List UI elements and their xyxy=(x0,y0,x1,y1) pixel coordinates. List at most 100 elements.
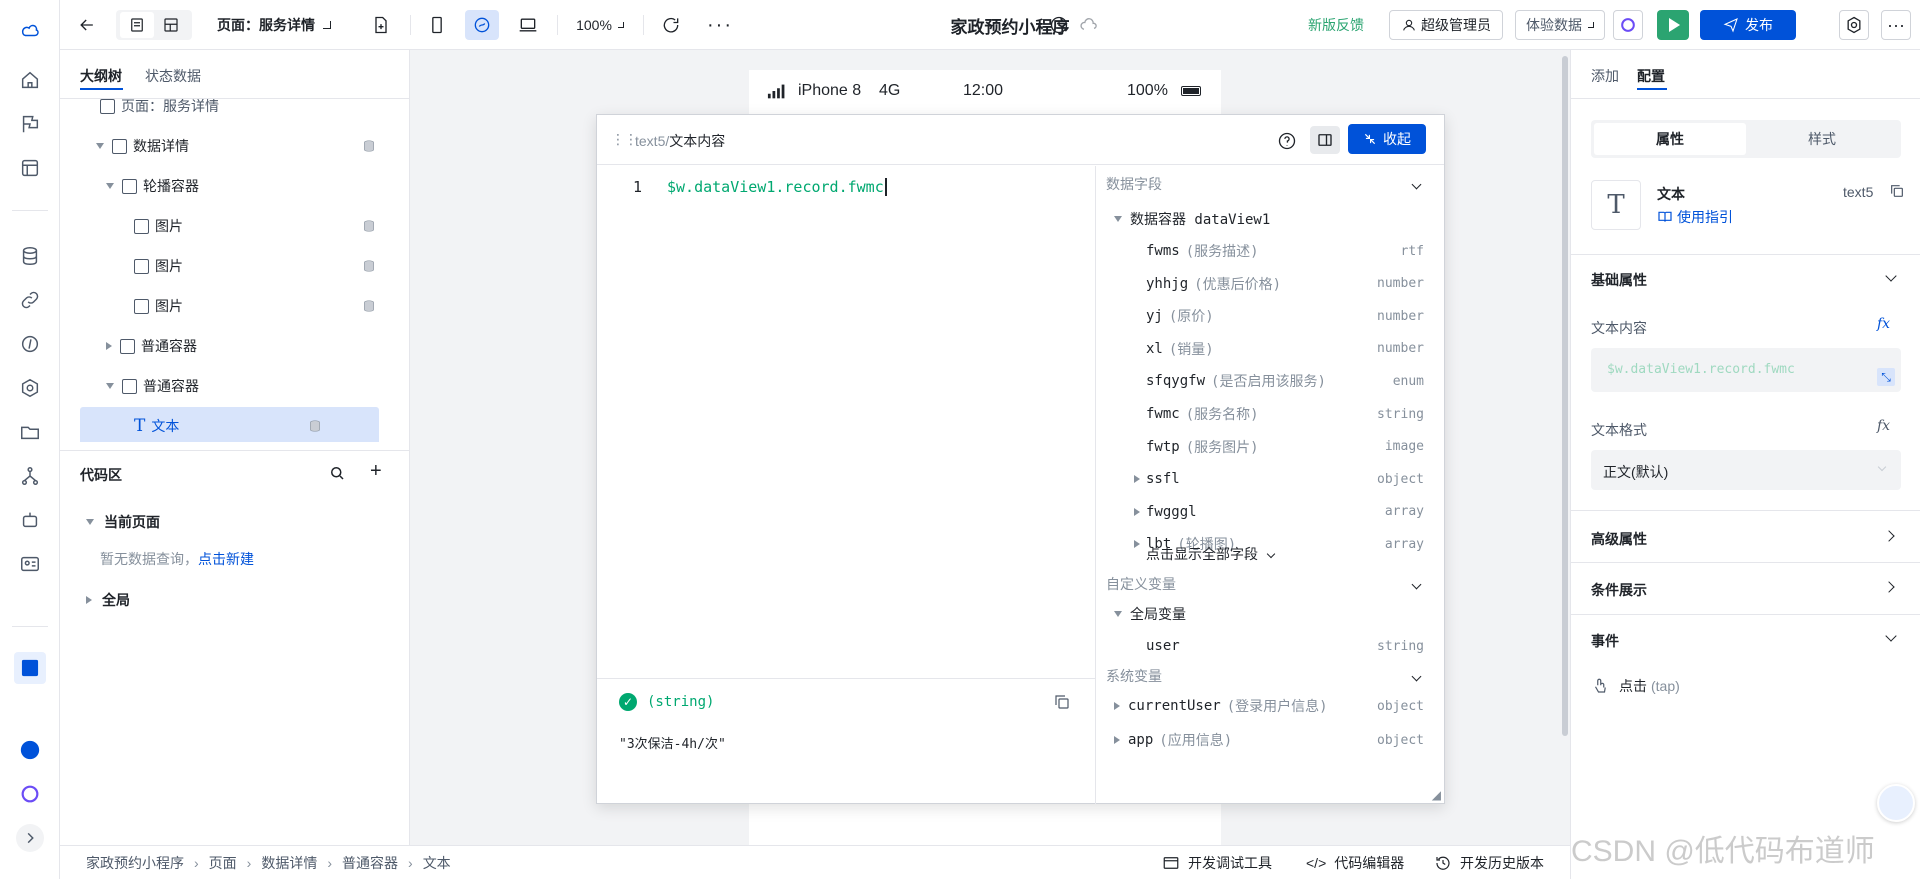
assistant-icon[interactable] xyxy=(16,780,44,808)
breadcrumb-item[interactable]: 数据详情 xyxy=(261,853,317,873)
conditional-display-title[interactable]: 条件展示 xyxy=(1591,580,1647,600)
chevron-down-icon[interactable] xyxy=(1885,630,1897,642)
help-icon[interactable] xyxy=(1277,131,1297,151)
usage-guide-link[interactable]: 使用指引 xyxy=(1657,207,1733,227)
preview-play-icon[interactable] xyxy=(1657,10,1689,40)
grid-view-icon[interactable] xyxy=(154,12,188,38)
expand-rail-icon[interactable] xyxy=(16,824,44,852)
tree-row-container[interactable]: 普通容器 xyxy=(106,327,405,365)
fx-icon[interactable]: fx xyxy=(1877,418,1890,434)
field-row[interactable]: xl (销量) number xyxy=(1096,333,1445,365)
field-row[interactable]: yhhjg (优惠后价格) number xyxy=(1096,268,1445,300)
collapse-button[interactable]: 收起 xyxy=(1348,124,1426,154)
tab-config[interactable]: 配置 xyxy=(1637,66,1665,86)
show-all-fields-link[interactable]: 点击显示全部字段 xyxy=(1096,538,1445,570)
create-query-link[interactable]: 点击新建 xyxy=(198,551,254,567)
event-tap-item[interactable]: 点击 (tap) xyxy=(1591,676,1680,696)
field-row[interactable]: yj (原价) number xyxy=(1096,300,1445,332)
canvas-scrollbar[interactable] xyxy=(1562,56,1568,736)
admin-button[interactable]: 超级管理员 xyxy=(1389,10,1503,40)
id-card-icon[interactable] xyxy=(16,550,44,578)
field-row[interactable]: fwms (服务描述) rtf xyxy=(1096,235,1445,267)
side-panel-toggle-icon[interactable] xyxy=(1310,126,1340,154)
tree-row-image[interactable]: 图片 xyxy=(134,287,410,325)
breadcrumb-item[interactable]: 页面 xyxy=(209,853,237,873)
cloud-sync-icon[interactable] xyxy=(1074,10,1104,40)
system-var-row[interactable]: currentUser (登录用户信息) object xyxy=(1096,690,1445,722)
search-icon[interactable] xyxy=(328,464,346,482)
advanced-props-title[interactable]: 高级属性 xyxy=(1591,529,1647,549)
chevron-right-icon[interactable] xyxy=(1883,530,1895,542)
data-container-row[interactable]: 数据容器 dataView1 xyxy=(1096,203,1445,235)
page-editor-icon[interactable] xyxy=(14,652,46,684)
link-icon[interactable] xyxy=(16,286,44,314)
fx-icon[interactable]: fx xyxy=(1877,316,1890,332)
hexagon-icon[interactable] xyxy=(16,374,44,402)
mobile-device-icon[interactable] xyxy=(422,10,452,40)
copy-icon[interactable] xyxy=(1889,183,1905,199)
code-editor[interactable]: 1 $w.dataView1.record.fwmc xyxy=(597,166,1095,678)
basic-props-title[interactable]: 基础属性 xyxy=(1591,270,1647,290)
current-page-row[interactable]: 当前页面 xyxy=(86,512,160,532)
fields-section-header[interactable]: 数据字段 xyxy=(1096,168,1445,200)
refresh-icon[interactable] xyxy=(656,10,686,40)
code-editor-button[interactable]: </> 代码编辑器 xyxy=(1306,853,1404,873)
resize-handle-icon[interactable]: ◢ xyxy=(1432,788,1441,802)
robot-icon[interactable] xyxy=(16,506,44,534)
publish-button[interactable]: 发布 xyxy=(1700,10,1796,40)
layout-icon[interactable] xyxy=(16,154,44,182)
tree-row-page[interactable]: 页面：服务详情 xyxy=(100,99,399,125)
field-row[interactable]: fwmc (服务名称) string xyxy=(1096,398,1445,430)
page-view-icon[interactable] xyxy=(120,12,154,38)
copy-icon[interactable] xyxy=(1053,693,1071,711)
field-row[interactable]: fwtp (服务图片) image xyxy=(1096,431,1445,463)
flag-icon[interactable] xyxy=(16,110,44,138)
seg-attributes[interactable]: 属性 xyxy=(1594,123,1746,155)
global-row[interactable]: 全局 xyxy=(86,590,130,610)
function-icon[interactable] xyxy=(16,330,44,358)
database-icon[interactable] xyxy=(16,242,44,270)
breadcrumb-item[interactable]: 普通容器 xyxy=(342,853,398,873)
tab-add[interactable]: 添加 xyxy=(1591,66,1619,86)
more-icon[interactable]: ··· xyxy=(700,10,740,40)
chevron-down-icon[interactable] xyxy=(1885,270,1897,282)
devtools-button[interactable]: 开发调试工具 xyxy=(1162,853,1272,873)
seg-style[interactable]: 样式 xyxy=(1746,123,1898,155)
breadcrumb-item[interactable]: 家政预约小程序 xyxy=(86,853,184,873)
drag-handle-icon[interactable]: ⋮⋮ xyxy=(611,131,638,148)
text-content-field[interactable]: $w.dataView1.record.fwmc ⤡ xyxy=(1591,348,1901,392)
page-selector[interactable]: 页面：服务详情 xyxy=(206,10,342,40)
system-vars-header[interactable]: 系统变量 xyxy=(1096,660,1445,692)
workflow-icon[interactable] xyxy=(16,462,44,490)
back-arrow-icon[interactable] xyxy=(72,10,102,40)
home-icon[interactable] xyxy=(16,66,44,94)
logo-icon[interactable] xyxy=(16,16,44,44)
expand-editor-icon[interactable]: ⤡ xyxy=(1877,368,1895,386)
desktop-device-icon[interactable] xyxy=(513,10,543,40)
tree-row-image[interactable]: 图片 xyxy=(134,247,410,285)
chevron-right-icon[interactable] xyxy=(1883,581,1895,593)
field-row-user[interactable]: user string xyxy=(1096,630,1445,662)
events-title[interactable]: 事件 xyxy=(1591,631,1619,651)
miniprogram-device-icon[interactable] xyxy=(465,10,499,40)
code-line[interactable]: $w.dataView1.record.fwmc xyxy=(667,178,887,196)
tree-row-text-selected[interactable]: T 文本 xyxy=(80,407,379,442)
tree-row-container[interactable]: 普通容器 xyxy=(106,367,405,405)
tree-row-data-detail[interactable]: 数据详情 xyxy=(96,127,395,165)
data-env-select[interactable]: 体验数据 xyxy=(1515,10,1605,40)
cloud-folder-icon[interactable] xyxy=(16,418,44,446)
new-page-icon[interactable] xyxy=(366,10,396,40)
tree-row-carousel[interactable]: 轮播容器 xyxy=(106,167,405,205)
assistant-avatar[interactable] xyxy=(1877,784,1915,822)
breadcrumb-item[interactable]: 文本 xyxy=(423,853,451,873)
history-button[interactable]: 开发历史版本 xyxy=(1434,853,1544,873)
tab-outline-tree[interactable]: 大纲树 xyxy=(80,66,122,86)
global-vars-row[interactable]: 全局变量 xyxy=(1096,598,1445,630)
field-row[interactable]: sfqygfw (是否启用该服务) enum xyxy=(1096,365,1445,397)
add-icon[interactable]: + xyxy=(370,460,382,483)
tree-row-image[interactable]: 图片 xyxy=(134,207,410,245)
field-row[interactable]: fwgggl array xyxy=(1096,496,1445,528)
user-avatar-icon[interactable] xyxy=(16,736,44,764)
settings-gear-icon[interactable] xyxy=(1839,10,1869,40)
ai-assistant-icon[interactable] xyxy=(1613,10,1643,40)
